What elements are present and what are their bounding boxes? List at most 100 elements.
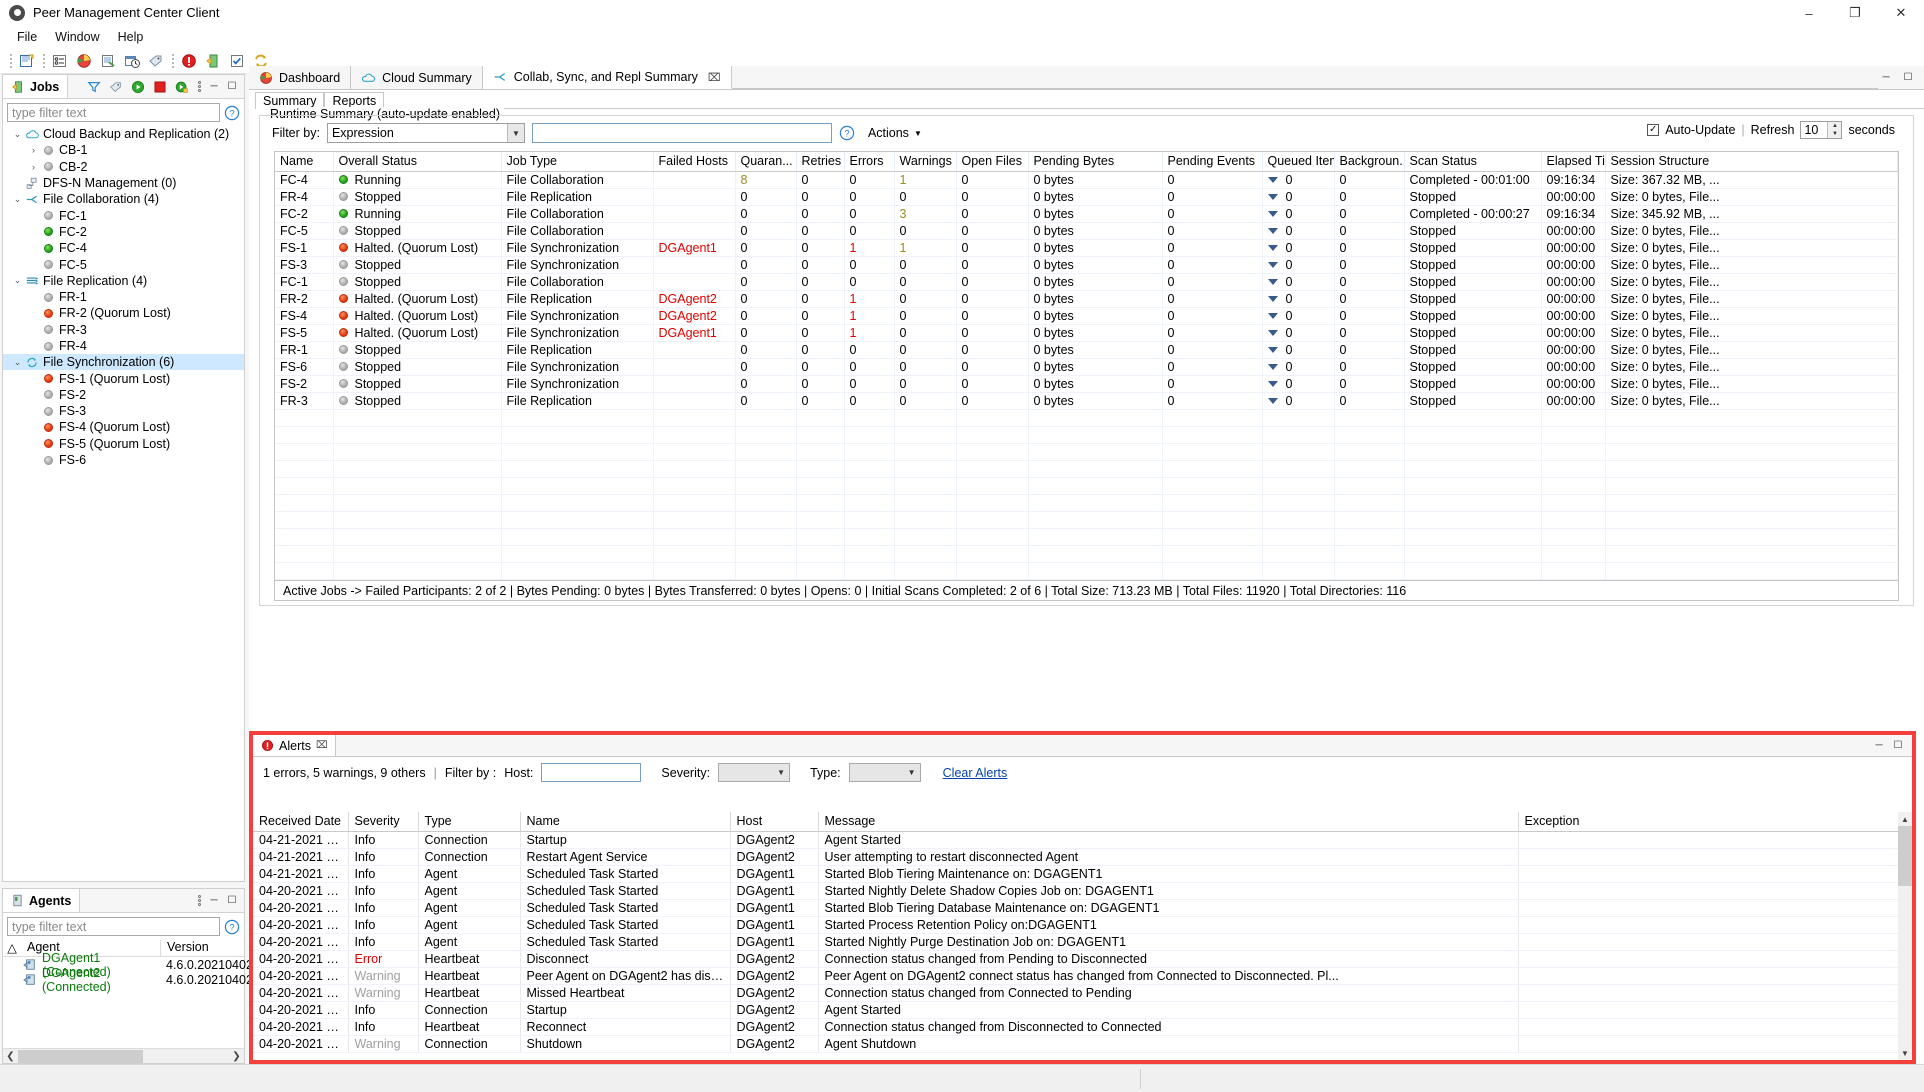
jobs-filter-input[interactable]: type filter text [7,103,220,122]
alerts-table-row[interactable]: 04-20-2021 20:09:59InfoAgentScheduled Ta… [253,933,1912,951]
tree-item-fc-1[interactable]: FC-1 [3,207,244,223]
alerts-table[interactable]: Received Date Severity Type Name Host Message… [253,812,1912,1060]
jobs-table-row[interactable]: FC-2 Running File Collaboration 0 0 0 3 0 0 byte… [275,205,1898,223]
filter-expression-input[interactable] [531,123,832,143]
tree-item-fr-4[interactable]: FR-4 [3,338,244,354]
alerts-type-select[interactable]: ▼ [848,763,921,782]
jobs-table-row[interactable]: FS-6 Stopped File Synchronization 0 0 0 0 0 0 by… [275,358,1898,376]
agent-row[interactable]: DGAgent2 (Connected) 4.6.0.20210402 [3,966,253,994]
close-icon[interactable]: ⌧ [316,740,328,751]
agents-col-version[interactable]: Version [160,940,244,956]
jobs-table-row[interactable]: FR-2 Halted. (Quorum Lost) File Replicatio… [275,290,1898,308]
tree-item-cb-1[interactable]: › CB-1 [3,142,244,158]
twisty-icon[interactable]: ⌄ [11,194,24,205]
maximize-icon[interactable]: ☐ [1890,738,1906,754]
alerts-table-row[interactable]: 04-20-2021 14:24:27WarningConnectionShut… [253,1035,1912,1053]
alerts-vertical-scrollbar[interactable]: ▲ ▼ [1898,812,1912,1060]
maximize-window-button[interactable]: ❐ [1832,0,1878,26]
jobs-table-row[interactable]: FR-1 Stopped File Replication 0 0 0 0 0 0 bytes 0… [275,341,1898,359]
help-icon[interactable]: ? [224,105,240,121]
tree-item-cloud-backup-and-replication-2[interactable]: ⌄ Cloud Backup and Replication (2) [3,126,244,142]
tree-item-file-replication-4[interactable]: ⌄ File Replication (4) [3,273,244,289]
jobs-col-retries[interactable]: Retries [796,152,845,172]
close-icon[interactable]: ⌧ [708,71,721,84]
chevron-down-icon[interactable]: ▼ [904,764,920,781]
list-icon[interactable] [49,51,71,71]
jobs-col-quaran[interactable]: Quaran... [735,152,797,172]
chevron-down-icon[interactable]: ▼ [506,124,524,142]
twisty-icon[interactable]: ⌄ [11,357,24,368]
twisty-icon[interactable]: ⌄ [11,275,24,286]
alerts-table-row[interactable]: 04-20-2021 16:02:20ErrorHeartbeatDisconn… [253,950,1912,968]
tab-jobs[interactable]: Jobs [3,75,69,98]
jobs-table-row[interactable]: FS-2 Stopped File Synchronization 0 0 0 0 0 0 by… [275,375,1898,393]
stepper-down-icon[interactable]: ▼ [1828,130,1841,138]
scroll-up-icon[interactable]: ▲ [1898,812,1912,826]
jobs-table-row[interactable]: FC-4 Running File Collaboration 8 0 0 1 0 0 byte… [275,171,1898,189]
view-menu-icon[interactable] [194,895,204,906]
alerts-table-row[interactable]: 04-20-2021 14:25:00InfoHeartbeatReconnec… [253,1018,1912,1036]
dashboard-icon[interactable] [73,51,95,71]
alerts-table-row[interactable]: 04-20-2021 14:25:00InfoConnectionStartup… [253,1001,1912,1019]
tree-item-fr-1[interactable]: FR-1 [3,289,244,305]
menu-window[interactable]: Window [46,28,108,46]
twisty-icon[interactable]: › [27,145,40,155]
jobs-table-row[interactable]: FR-3 Stopped File Replication 0 0 0 0 0 0 bytes 0… [275,392,1898,410]
jobs-col-backgroun[interactable]: Backgroun... [1334,152,1405,172]
tree-item-cb-2[interactable]: › CB-2 [3,159,244,175]
help-icon[interactable]: ? [224,919,240,935]
tree-item-fc-5[interactable]: FC-5 [3,256,244,272]
scroll-right-icon[interactable]: ❯ [229,1051,244,1062]
jobs-table-row[interactable]: FS-1 Halted. (Quorum Lost) File Synchroniz… [275,239,1898,257]
jobs-col-overall-status[interactable]: Overall Status [333,152,502,172]
minimize-icon[interactable]: ─ [206,79,222,95]
alerts-table-row[interactable]: 04-20-2021 23:59:00InfoAgentScheduled Ta… [253,882,1912,900]
tree-item-fr-3[interactable]: FR-3 [3,322,244,338]
agents-icon[interactable] [202,51,224,71]
jobs-col-pending-events[interactable]: Pending Events [1162,152,1263,172]
tree-item-file-synchronization-6[interactable]: ⌄ File Synchronization (6) [3,354,244,371]
alerts-col-host[interactable]: Host [730,812,819,832]
tag-icon[interactable] [145,51,167,71]
stop-icon[interactable] [150,77,170,97]
help-icon[interactable]: ? [839,125,855,141]
stepper-up-icon[interactable]: ▲ [1828,122,1841,130]
scroll-thumb[interactable] [1898,826,1912,886]
alerts-table-row[interactable]: 04-20-2021 23:29:59InfoAgentScheduled Ta… [253,899,1912,917]
tag-icon[interactable] [106,77,126,97]
jobs-table-row[interactable]: FC-1 Stopped File Collaboration 0 0 0 0 0 0 byte… [275,273,1898,291]
chevron-down-icon[interactable]: ▼ [773,764,789,781]
view-menu-icon[interactable] [194,81,204,92]
maximize-icon[interactable]: ☐ [1900,70,1916,86]
alerts-severity-select[interactable]: ▼ [718,763,791,782]
tab-cloud-summary[interactable]: Cloud Summary [351,66,483,89]
tree-item-dfs-n-management-0[interactable]: DFS-N Management (0) [3,175,244,191]
scroll-track[interactable] [1898,826,1912,1046]
maximize-icon[interactable]: ☐ [224,79,240,95]
tree-item-file-collaboration-4[interactable]: ⌄ File Collaboration (4) [3,191,244,207]
agents-filter-input[interactable]: type filter text [7,917,220,936]
minimize-icon[interactable]: ─ [206,893,222,909]
jobs-table-row[interactable]: FS-5 Halted. (Quorum Lost) File Synchroniz… [275,324,1898,342]
tree-item-fs-4-quorum-lost[interactable]: FS-4 (Quorum Lost) [3,419,244,435]
jobs-table-row[interactable]: FR-4 Stopped File Replication 0 0 0 0 0 0 bytes 0… [275,188,1898,206]
actions-menu[interactable]: Actions ▼ [868,126,922,140]
tab-collab-sync-repl-summary[interactable]: Collab, Sync, and Repl Summary ⌧ [482,66,732,89]
tree-item-fs-6[interactable]: FS-6 [3,452,244,468]
alerts-col-message[interactable]: Message [818,812,1519,832]
tree-item-fs-5-quorum-lost[interactable]: FS-5 (Quorum Lost) [3,436,244,452]
alerts-col-exception[interactable]: Exception [1518,812,1912,832]
tree-item-fc-4[interactable]: FC-4 [3,240,244,256]
jobs-col-pending-bytes[interactable]: Pending Bytes [1028,152,1163,172]
alerts-icon[interactable] [178,51,200,71]
tree-item-fc-2[interactable]: FC-2 [3,224,244,240]
menu-help[interactable]: Help [109,28,153,46]
tree-item-fr-2-quorum-lost[interactable]: FR-2 (Quorum Lost) [3,305,244,321]
jobs-tree[interactable]: ⌄ Cloud Backup and Replication (2) › CB-1 › C… [3,126,244,881]
filter-icon[interactable] [84,77,104,97]
stepper-buttons[interactable]: ▲ ▼ [1827,122,1842,138]
report-icon[interactable] [97,51,119,71]
jobs-summary-table[interactable]: Name Overall Status Job Type Failed Hosts Qu… [274,151,1899,581]
tab-agents[interactable]: Agents [3,889,81,912]
minimize-icon[interactable]: ─ [1878,70,1894,86]
